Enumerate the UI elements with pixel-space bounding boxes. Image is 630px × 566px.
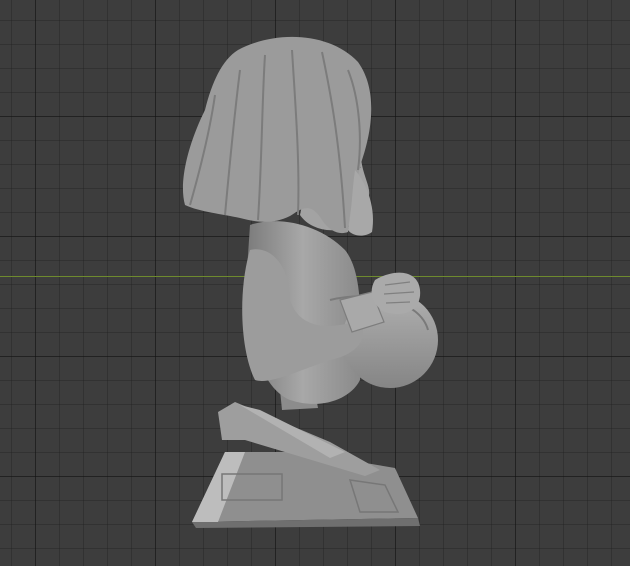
sculpted-bust-model[interactable] [0, 0, 630, 566]
hair [182, 36, 374, 236]
pedestal-base [192, 402, 420, 528]
3d-viewport[interactable] [0, 0, 630, 566]
